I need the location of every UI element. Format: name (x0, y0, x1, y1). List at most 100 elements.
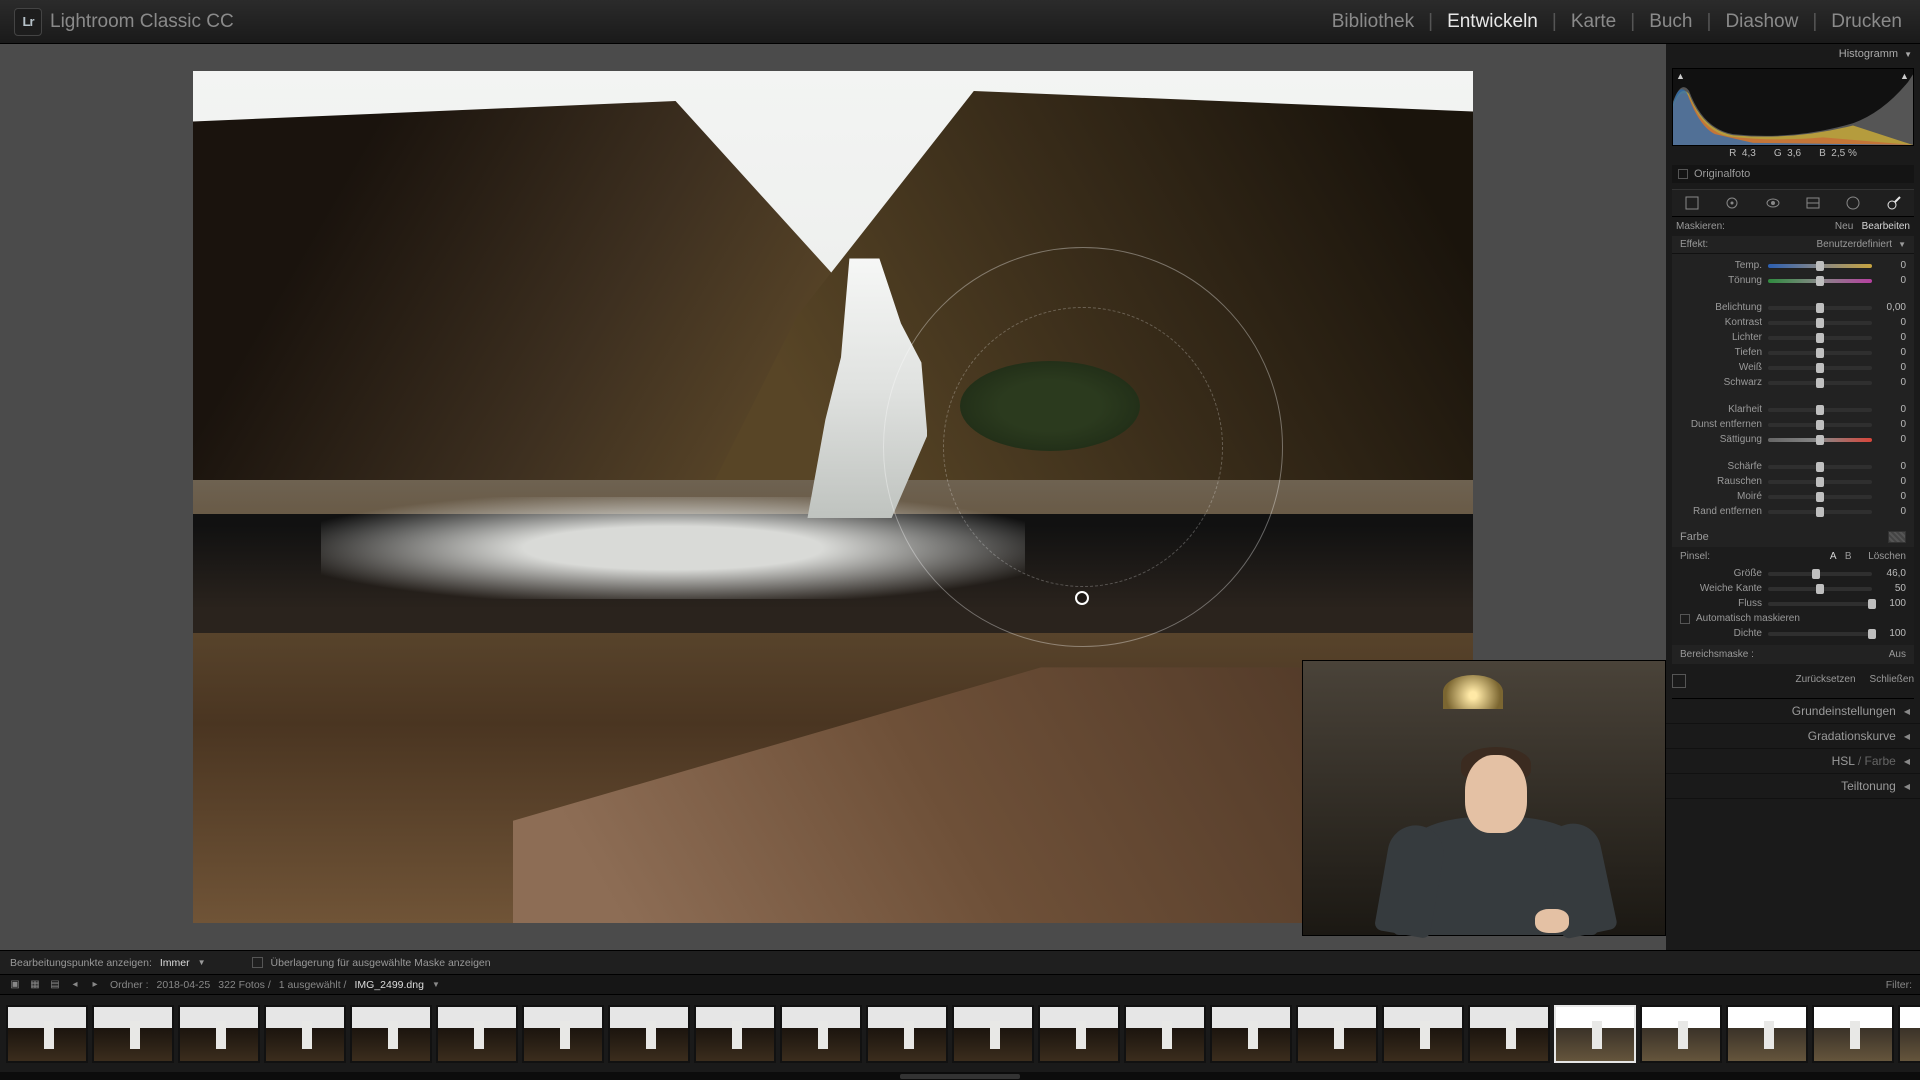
nav-bibliothek[interactable]: Bibliothek (1328, 11, 1418, 33)
filmstrip[interactable]: ••••• (0, 994, 1920, 1072)
thumbnail[interactable] (952, 1005, 1034, 1063)
thumbnail[interactable] (866, 1005, 948, 1063)
nav-entwickeln[interactable]: Entwickeln (1443, 11, 1542, 33)
panel-Gradationskurve[interactable]: Gradationskurve◀ (1666, 724, 1920, 749)
slider-Schärfe[interactable] (1768, 465, 1872, 469)
slider-value-Schwarz[interactable]: 0 (1878, 377, 1906, 388)
thumbnail[interactable]: ••••• (1554, 1005, 1636, 1063)
histogram[interactable]: ▲ ▲ (1672, 68, 1914, 146)
highlight-clip-icon[interactable]: ▲ (1900, 71, 1910, 81)
slider-Tönung[interactable] (1768, 279, 1872, 283)
slider-value-Dunst entfernen[interactable]: 0 (1878, 419, 1906, 430)
grid-icon[interactable]: ▤ (48, 978, 62, 992)
thumbnail[interactable] (92, 1005, 174, 1063)
chevron-down-icon[interactable]: ▼ (198, 958, 206, 967)
second-window-icon[interactable]: ▣ (8, 978, 22, 992)
brush-Weiche Kante-value[interactable]: 50 (1878, 583, 1906, 594)
slider-Temp.[interactable] (1768, 264, 1872, 268)
thumbnail[interactable] (350, 1005, 432, 1063)
mask-new[interactable]: Neu (1835, 221, 1853, 232)
graduated-filter-tool[interactable] (1803, 193, 1823, 213)
thumbnail[interactable] (1726, 1005, 1808, 1063)
reset-button[interactable]: Zurücksetzen (1796, 674, 1856, 688)
slider-Rauschen[interactable] (1768, 480, 1872, 484)
folder-name[interactable]: 2018-04-25 (157, 979, 211, 991)
toggle-panel-icon[interactable] (1672, 674, 1686, 688)
brush-Dichte-slider[interactable] (1768, 632, 1872, 636)
edit-pin[interactable] (1075, 591, 1089, 605)
brush-b[interactable]: B (1845, 551, 1852, 562)
nav-diashow[interactable]: Diashow (1721, 11, 1802, 33)
chevron-down-icon[interactable]: ▼ (1898, 240, 1906, 249)
panel-HSL[interactable]: HSL / Farbe◀ (1666, 749, 1920, 774)
forward-icon[interactable]: ▸ (88, 978, 102, 992)
panel-Grundeinstellungen[interactable]: Grundeinstellungen◀ (1666, 699, 1920, 724)
thumbnail[interactable] (1124, 1005, 1206, 1063)
slider-value-Kontrast[interactable]: 0 (1878, 317, 1906, 328)
thumbnail[interactable] (436, 1005, 518, 1063)
slider-value-Belichtung[interactable]: 0,00 (1878, 302, 1906, 313)
slider-value-Lichter[interactable]: 0 (1878, 332, 1906, 343)
slider-Kontrast[interactable] (1768, 321, 1872, 325)
shadow-clip-icon[interactable]: ▲ (1676, 71, 1686, 81)
brush-Größe-slider[interactable] (1768, 572, 1872, 576)
mask-edit[interactable]: Bearbeiten (1862, 221, 1910, 232)
close-button[interactable]: Schließen (1870, 674, 1914, 688)
original-photo-checkbox[interactable] (1678, 169, 1688, 179)
histogram-panel-title[interactable]: Histogramm (1839, 48, 1898, 60)
slider-Klarheit[interactable] (1768, 408, 1872, 412)
slider-value-Klarheit[interactable]: 0 (1878, 404, 1906, 415)
slider-value-Tönung[interactable]: 0 (1878, 275, 1906, 286)
slider-Lichter[interactable] (1768, 336, 1872, 340)
brush-tool[interactable] (1884, 193, 1904, 213)
slider-value-Tiefen[interactable]: 0 (1878, 347, 1906, 358)
thumbnail[interactable] (1210, 1005, 1292, 1063)
slider-value-Sättigung[interactable]: 0 (1878, 434, 1906, 445)
panel-Teiltonung[interactable]: Teiltonung◀ (1666, 774, 1920, 799)
slider-Dunst entfernen[interactable] (1768, 423, 1872, 427)
thumbnail[interactable] (780, 1005, 862, 1063)
brush-Größe-value[interactable]: 46,0 (1878, 568, 1906, 579)
slider-value-Schärfe[interactable]: 0 (1878, 461, 1906, 472)
thumbnail[interactable] (6, 1005, 88, 1063)
thumbnail[interactable] (1468, 1005, 1550, 1063)
nav-drucken[interactable]: Drucken (1827, 11, 1906, 33)
brush-erase[interactable]: Löschen (1868, 551, 1906, 562)
redeye-tool[interactable] (1763, 193, 1783, 213)
slider-value-Rauschen[interactable]: 0 (1878, 476, 1906, 487)
color-swatch[interactable] (1888, 531, 1906, 543)
second-window-2-icon[interactable]: ▦ (28, 978, 42, 992)
thumbnail[interactable] (1812, 1005, 1894, 1063)
slider-Belichtung[interactable] (1768, 306, 1872, 310)
filmstrip-scrollbar[interactable] (900, 1074, 1020, 1079)
collapse-icon[interactable]: ▼ (1904, 50, 1912, 59)
nav-karte[interactable]: Karte (1567, 11, 1620, 33)
slider-value-Rand entfernen[interactable]: 0 (1878, 506, 1906, 517)
auto-mask-checkbox[interactable] (1680, 614, 1690, 624)
slider-Rand entfernen[interactable] (1768, 510, 1872, 514)
thumbnail[interactable] (1038, 1005, 1120, 1063)
thumbnail[interactable] (1640, 1005, 1722, 1063)
thumbnail[interactable] (1898, 1005, 1920, 1063)
thumbnail[interactable] (1296, 1005, 1378, 1063)
edit-pins-mode[interactable]: Immer (160, 957, 190, 969)
overlay-checkbox[interactable] (252, 957, 263, 968)
brush-Fluss-slider[interactable] (1768, 602, 1872, 606)
slider-Tiefen[interactable] (1768, 351, 1872, 355)
thumbnail[interactable] (608, 1005, 690, 1063)
main-image-canvas[interactable] (193, 71, 1473, 923)
brush-a[interactable]: A (1830, 551, 1837, 562)
thumbnail[interactable] (694, 1005, 776, 1063)
slider-value-Weiß[interactable]: 0 (1878, 362, 1906, 373)
brush-Fluss-value[interactable]: 100 (1878, 598, 1906, 609)
slider-value-Moiré[interactable]: 0 (1878, 491, 1906, 502)
range-mask-value[interactable]: Aus (1889, 649, 1906, 660)
thumbnail[interactable] (178, 1005, 260, 1063)
slider-Sättigung[interactable] (1768, 438, 1872, 442)
chevron-down-icon[interactable]: ▼ (432, 980, 440, 989)
crop-tool[interactable] (1682, 193, 1702, 213)
thumbnail[interactable] (1382, 1005, 1464, 1063)
slider-Schwarz[interactable] (1768, 381, 1872, 385)
slider-Moiré[interactable] (1768, 495, 1872, 499)
thumbnail[interactable] (522, 1005, 604, 1063)
